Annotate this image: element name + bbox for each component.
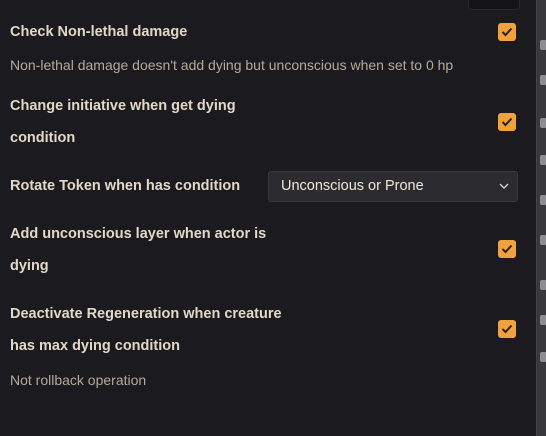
sidebar-tab-icon[interactable] — [540, 155, 546, 165]
checkmark-icon — [501, 27, 513, 37]
settings-panel: Check Non-lethal damage Non-lethal damag… — [0, 0, 536, 436]
checkmark-icon — [501, 117, 513, 127]
setting-hint: Not rollback operation — [10, 372, 147, 388]
unconscious-layer-checkbox[interactable] — [498, 240, 516, 258]
setting-label-line1: Deactivate Regeneration when creature — [10, 306, 282, 322]
top-button-stub[interactable] — [468, 0, 520, 10]
setting-hint: Non-lethal damage doesn't add dying but … — [10, 57, 454, 73]
setting-initiative: Change initiative when get dying conditi… — [10, 90, 236, 154]
setting-label: Check Non-lethal damage — [10, 24, 188, 40]
sidebar-tab-icon[interactable] — [540, 280, 546, 290]
setting-unconscious-layer: Add unconscious layer when actor is dyin… — [10, 218, 266, 282]
setting-label-line2: dying — [10, 258, 49, 274]
setting-rotate-token: Rotate Token when has condition — [10, 170, 240, 202]
setting-regeneration: Deactivate Regeneration when creature ha… — [10, 298, 282, 390]
sidebar-tab-icon[interactable] — [540, 352, 546, 362]
chevron-down-icon — [499, 183, 509, 189]
setting-label-line1: Add unconscious layer when actor is — [10, 226, 267, 242]
setting-nonlethal: Check Non-lethal damage Non-lethal damag… — [10, 16, 453, 75]
checkmark-icon — [501, 244, 513, 254]
regeneration-checkbox[interactable] — [498, 320, 516, 338]
select-value: Unconscious or Prone — [281, 178, 424, 194]
sidebar-tab-icon[interactable] — [540, 195, 546, 205]
sidebar-tab-icon[interactable] — [540, 118, 546, 128]
initiative-checkbox[interactable] — [498, 113, 516, 131]
sidebar-rail — [536, 0, 546, 436]
sidebar-tab-icon[interactable] — [540, 40, 546, 50]
setting-label-line1: Change initiative when get dying — [10, 98, 236, 114]
setting-label: Rotate Token when has condition — [10, 178, 241, 194]
setting-label-line2: has max dying condition — [10, 338, 180, 354]
checkmark-icon — [501, 324, 513, 334]
sidebar-tab-icon[interactable] — [540, 75, 546, 85]
sidebar-tab-icon[interactable] — [540, 235, 546, 245]
nonlethal-checkbox[interactable] — [498, 23, 516, 41]
rotate-token-select[interactable]: Unconscious or Prone — [268, 171, 518, 202]
sidebar-tab-icon[interactable] — [540, 315, 546, 325]
setting-label-line2: condition — [10, 130, 76, 146]
